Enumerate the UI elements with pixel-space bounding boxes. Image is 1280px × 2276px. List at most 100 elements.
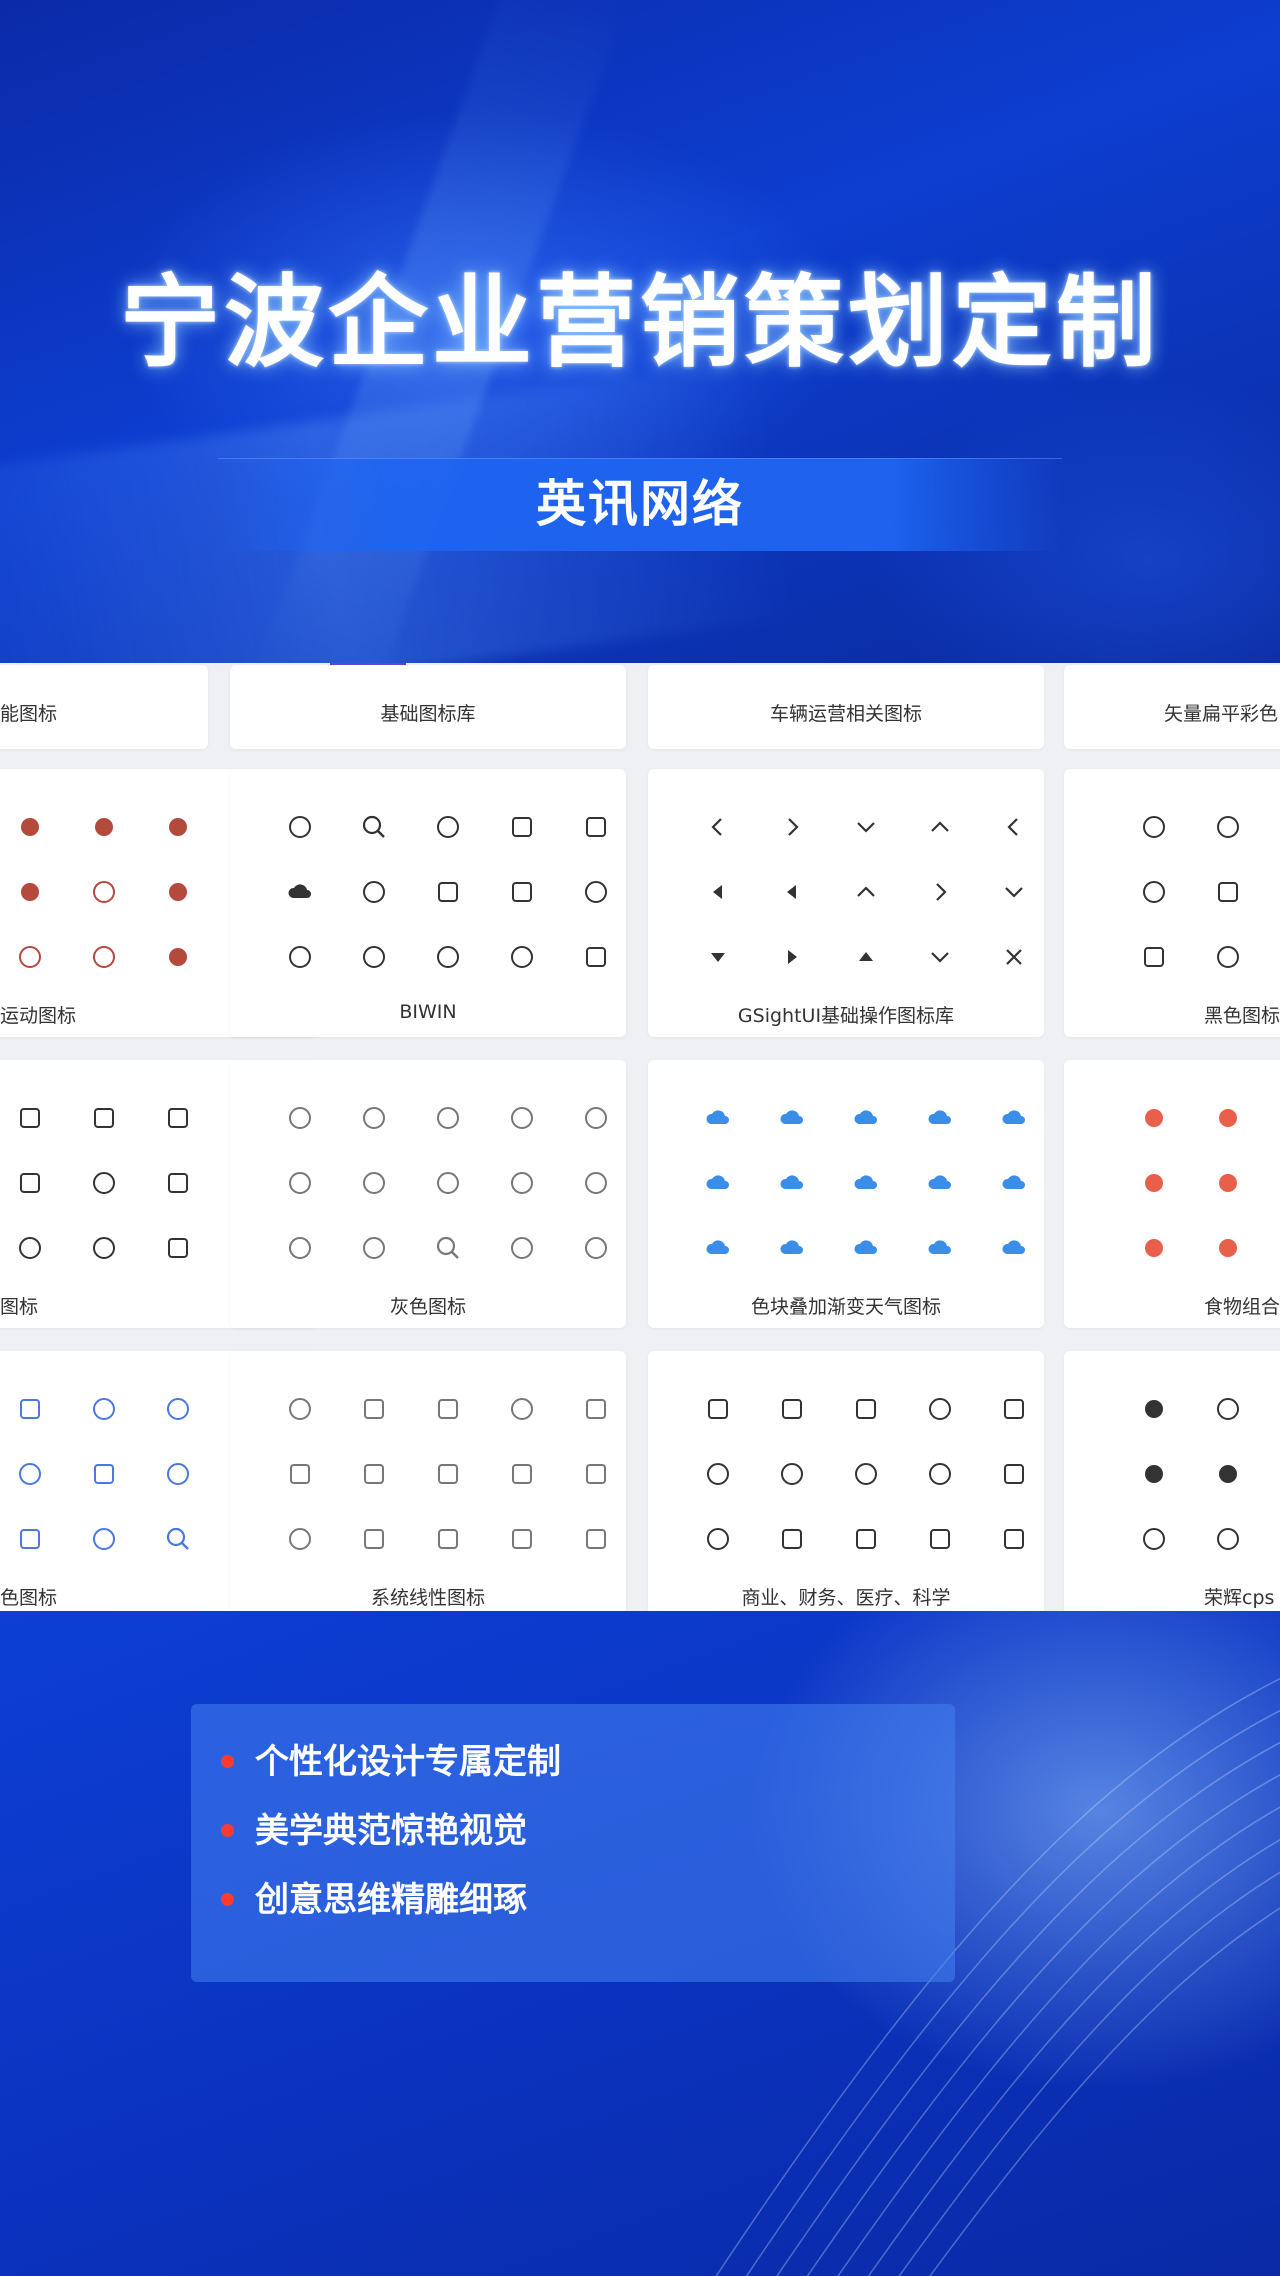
rain-cloud-icon[interactable] — [698, 1098, 738, 1138]
pen-icon[interactable] — [920, 1389, 960, 1429]
medal-icon[interactable] — [354, 1098, 394, 1138]
apps-fill-icon[interactable] — [1134, 1454, 1174, 1494]
bookmark-icon[interactable] — [846, 1389, 886, 1429]
hospital-icon[interactable] — [846, 1454, 886, 1494]
search-icon[interactable] — [354, 807, 394, 847]
message-icon[interactable] — [576, 1163, 616, 1203]
racket-icon[interactable] — [84, 872, 124, 912]
play-icon[interactable] — [158, 1454, 198, 1494]
rain-cloud-icon[interactable] — [920, 1098, 960, 1138]
battery-icon[interactable] — [84, 1228, 124, 1268]
stamp-icon[interactable] — [280, 1454, 320, 1494]
book-icon[interactable] — [428, 1454, 468, 1494]
triangle-left-icon[interactable] — [698, 872, 738, 912]
calendar-icon[interactable] — [10, 1519, 50, 1559]
building-icon[interactable] — [354, 1519, 394, 1559]
card-icon[interactable] — [428, 872, 468, 912]
location-icon[interactable] — [1134, 872, 1174, 912]
close-icon[interactable] — [994, 937, 1034, 977]
badge-256-icon[interactable] — [84, 1098, 124, 1138]
bag-icon[interactable] — [354, 1454, 394, 1494]
category-card[interactable]: 车辆运营相关图标 — [648, 665, 1044, 749]
note-icon[interactable] — [502, 1519, 542, 1559]
smile-icon[interactable] — [428, 1098, 468, 1138]
headset-icon[interactable] — [576, 1098, 616, 1138]
cherry-icon[interactable] — [1134, 1098, 1174, 1138]
hierarchy-icon[interactable] — [1208, 1519, 1248, 1559]
tree-icon[interactable] — [502, 937, 542, 977]
chat-icon[interactable] — [1208, 1389, 1248, 1429]
chart-icon[interactable] — [280, 1389, 320, 1429]
donut-icon[interactable] — [1208, 1228, 1248, 1268]
thumb-up-icon[interactable] — [280, 1098, 320, 1138]
category-card[interactable]: 能图标 — [0, 665, 208, 749]
globe-ball-icon[interactable] — [158, 937, 198, 977]
syringe-icon[interactable] — [698, 1454, 738, 1494]
drizzle-icon[interactable] — [772, 1228, 812, 1268]
badge-16-icon[interactable] — [10, 1098, 50, 1138]
apps-icon[interactable] — [428, 1389, 468, 1429]
upload-box-icon[interactable] — [772, 1389, 812, 1429]
sliders-alt-icon[interactable] — [158, 1389, 198, 1429]
icon-set-card[interactable]: 食物组合 — [1064, 1060, 1280, 1328]
file-icon[interactable] — [428, 1519, 468, 1559]
snow-cloud-icon[interactable] — [698, 1163, 738, 1203]
double-down-icon[interactable] — [994, 872, 1034, 912]
edit-box-icon[interactable] — [158, 1163, 198, 1203]
pen-icon[interactable] — [576, 872, 616, 912]
download-line-icon[interactable] — [920, 937, 960, 977]
arrow-left-small-icon[interactable] — [994, 807, 1034, 847]
gender-icon[interactable] — [280, 1228, 320, 1268]
store-icon[interactable] — [920, 1519, 960, 1559]
share-icon[interactable] — [1208, 807, 1248, 847]
target-icon[interactable] — [10, 1228, 50, 1268]
export-icon[interactable] — [994, 1519, 1034, 1559]
rocket-icon[interactable] — [1208, 937, 1248, 977]
category-card[interactable]: 基础图标库 — [230, 665, 626, 749]
monitor-icon[interactable] — [502, 807, 542, 847]
meat-icon[interactable] — [1134, 1228, 1174, 1268]
tennis-ball-icon[interactable] — [84, 807, 124, 847]
chat-fill-icon[interactable] — [1134, 1389, 1174, 1429]
building-icon[interactable] — [1208, 872, 1248, 912]
monitor-icon[interactable] — [10, 1389, 50, 1429]
cloud-icon[interactable] — [280, 872, 320, 912]
person-icon[interactable] — [1134, 1519, 1174, 1559]
arrow-right-small-icon[interactable] — [920, 872, 960, 912]
tag-icon[interactable] — [994, 1454, 1034, 1494]
card-icon[interactable] — [576, 1454, 616, 1494]
heart-ball-icon[interactable] — [10, 872, 50, 912]
cake-icon[interactable] — [1134, 1163, 1174, 1203]
snow-cloud-icon[interactable] — [846, 1228, 886, 1268]
globe-icon[interactable] — [428, 807, 468, 847]
history-icon[interactable] — [576, 1228, 616, 1268]
ping-pong-icon[interactable] — [84, 937, 124, 977]
share-nodes-icon[interactable] — [10, 1454, 50, 1494]
cloud-icon[interactable] — [994, 1163, 1034, 1203]
thunder-cloud-icon[interactable] — [994, 1228, 1034, 1268]
sun-cloud-icon[interactable] — [994, 1098, 1034, 1138]
scan-icon[interactable] — [994, 1389, 1034, 1429]
icon-set-card[interactable]: 系统线性图标 — [230, 1351, 626, 1611]
flame-icon[interactable] — [354, 1228, 394, 1268]
report-icon[interactable] — [698, 1389, 738, 1429]
rain-cloud-icon[interactable] — [846, 1163, 886, 1203]
chevron-right-icon[interactable] — [772, 807, 812, 847]
icon-set-card[interactable]: BIWIN — [230, 769, 626, 1037]
cloud-icon[interactable] — [772, 1163, 812, 1203]
chevron-left-icon[interactable] — [698, 807, 738, 847]
pin-icon[interactable] — [502, 1098, 542, 1138]
rain-cloud-icon[interactable] — [698, 1228, 738, 1268]
search-circle-icon[interactable] — [428, 1228, 468, 1268]
triangle-down-icon[interactable] — [698, 937, 738, 977]
watch-icon[interactable] — [354, 872, 394, 912]
double-up-icon[interactable] — [846, 872, 886, 912]
box-icon[interactable] — [158, 1228, 198, 1268]
apps-fill-icon[interactable] — [1208, 1454, 1248, 1494]
check-circle-icon[interactable] — [280, 1163, 320, 1203]
chevron-down-icon[interactable] — [846, 807, 886, 847]
icon-set-card[interactable]: 商业、财务、医疗、科学 — [648, 1351, 1044, 1611]
cube-icon[interactable] — [576, 1389, 616, 1429]
money-icon[interactable] — [772, 1519, 812, 1559]
safe-icon[interactable] — [846, 1519, 886, 1559]
